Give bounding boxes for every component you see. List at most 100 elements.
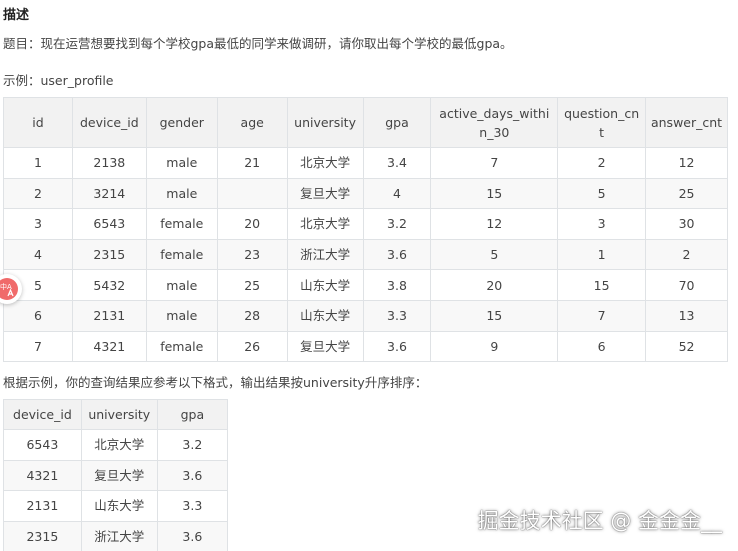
table-cell: 25 bbox=[645, 177, 728, 210]
column-header: university bbox=[80, 399, 158, 430]
table-cell: 2 bbox=[3, 177, 73, 210]
table-cell: 3.6 bbox=[156, 520, 229, 551]
table-row: 2131 山东大学 3.3 bbox=[3, 490, 229, 522]
table-cell: 3.8 bbox=[362, 269, 432, 301]
table-cell: 2 bbox=[557, 147, 647, 179]
table-cell: 3.3 bbox=[156, 490, 229, 522]
table-cell: 30 bbox=[645, 208, 728, 240]
table-cell: 15 bbox=[430, 299, 559, 332]
column-header: device_id bbox=[3, 399, 82, 430]
table-cell: 15 bbox=[430, 177, 559, 210]
table-cell: 北京大学 bbox=[80, 429, 158, 461]
table-cell: 21 bbox=[216, 147, 288, 179]
example-label: 示例：user_profile bbox=[3, 73, 114, 88]
table-row: 7 4321 female 26 复旦大学 3.6 9 6 52 bbox=[3, 330, 728, 363]
table-cell: 6 bbox=[557, 330, 647, 363]
table-cell: 20 bbox=[430, 269, 559, 301]
table-cell: female bbox=[145, 330, 218, 363]
table-row: 2315 浙江大学 3.6 bbox=[3, 520, 229, 551]
table-cell: 3.2 bbox=[156, 429, 229, 461]
column-header: age bbox=[216, 97, 288, 148]
table-cell: 1 bbox=[557, 238, 647, 271]
column-header: answer_cnt bbox=[645, 97, 728, 148]
table-cell: male bbox=[145, 177, 218, 210]
description-heading: 描述 bbox=[3, 8, 30, 23]
table-cell: 12 bbox=[430, 208, 559, 240]
table-row: 1 2138 male 21 北京大学 3.4 7 2 12 bbox=[3, 147, 728, 179]
table-row: 4321 复旦大学 3.6 bbox=[3, 459, 229, 492]
table-cell: 复旦大学 bbox=[80, 459, 158, 492]
table-cell bbox=[216, 177, 288, 210]
table-cell: female bbox=[145, 238, 218, 271]
table-cell: 4321 bbox=[71, 330, 147, 363]
table-cell: 复旦大学 bbox=[286, 177, 364, 210]
table-cell: 2315 bbox=[3, 520, 82, 551]
table-cell: male bbox=[145, 269, 218, 301]
table-cell: 15 bbox=[557, 269, 647, 301]
table-cell: 3.6 bbox=[362, 330, 432, 363]
table-row: 3 6543 female 20 北京大学 3.2 12 3 30 bbox=[3, 208, 728, 240]
result-table: device_id university gpa 6543 北京大学 3.2 4… bbox=[3, 399, 229, 551]
table-cell: 6543 bbox=[3, 429, 82, 461]
table-row: 6543 北京大学 3.2 bbox=[3, 429, 229, 461]
table-row: 6 2131 male 28 山东大学 3.3 15 7 13 bbox=[3, 299, 728, 332]
table-row: 5 5432 male 25 山东大学 3.8 20 15 70 bbox=[3, 269, 728, 301]
translate-icon: 中A bbox=[0, 278, 18, 300]
table-cell: 6 bbox=[3, 299, 73, 332]
table-cell: 山东大学 bbox=[80, 490, 158, 522]
table-cell: 25 bbox=[216, 269, 288, 301]
table-cell: 2138 bbox=[71, 147, 147, 179]
table-cell: male bbox=[145, 299, 218, 332]
table-row: 4 2315 female 23 浙江大学 3.6 5 1 2 bbox=[3, 238, 728, 271]
column-header: university bbox=[286, 97, 364, 148]
table-cell: 7 bbox=[430, 147, 559, 179]
table-cell: 3.2 bbox=[362, 208, 432, 240]
column-header: gender bbox=[145, 97, 218, 148]
table-cell: 3 bbox=[3, 208, 73, 240]
table-cell: 28 bbox=[216, 299, 288, 332]
column-header: gpa bbox=[156, 399, 229, 430]
table-cell: male bbox=[145, 147, 218, 179]
table-cell: 5 bbox=[430, 238, 559, 271]
table-cell: 4 bbox=[3, 238, 73, 271]
table-cell: 20 bbox=[216, 208, 288, 240]
table-cell: 2315 bbox=[71, 238, 147, 271]
table-cell: 1 bbox=[3, 147, 73, 179]
table-cell: 6543 bbox=[71, 208, 147, 240]
table-cell: 山东大学 bbox=[286, 269, 364, 301]
table-cell: 复旦大学 bbox=[286, 330, 364, 363]
table-cell: 3.6 bbox=[362, 238, 432, 271]
table-cell: 2131 bbox=[71, 299, 147, 332]
table-cell: 52 bbox=[645, 330, 728, 363]
column-header: device_id bbox=[71, 97, 147, 148]
table-cell: 23 bbox=[216, 238, 288, 271]
table-cell: female bbox=[145, 208, 218, 240]
result-instruction-text: 根据示例，你的查询结果应参考以下格式，输出结果按university升序排序： bbox=[3, 375, 428, 390]
table-cell: 7 bbox=[3, 330, 73, 363]
table-cell: 13 bbox=[645, 299, 728, 332]
table-cell: 12 bbox=[645, 147, 728, 179]
table-cell: 70 bbox=[645, 269, 728, 301]
question-text: 题目：现在运营想要找到每个学校gpa最低的同学来做调研，请你取出每个学校的最低g… bbox=[3, 36, 513, 51]
table-cell: 北京大学 bbox=[286, 147, 364, 179]
table-cell: 3214 bbox=[71, 177, 147, 210]
table-cell: 26 bbox=[216, 330, 288, 363]
table-header-row: id device_id gender age university gpa a… bbox=[3, 97, 728, 148]
table-cell: 9 bbox=[430, 330, 559, 363]
table-cell: 4321 bbox=[3, 459, 82, 492]
translate-glyph-svg: 中A bbox=[0, 282, 14, 297]
table-cell: 5 bbox=[557, 177, 647, 210]
table-cell: 北京大学 bbox=[286, 208, 364, 240]
table-cell: 3.4 bbox=[362, 147, 432, 179]
column-header: active_days_within_30 bbox=[430, 97, 559, 148]
table-cell: 3.6 bbox=[156, 459, 229, 492]
user-profile-table: id device_id gender age university gpa a… bbox=[3, 97, 728, 363]
table-cell: 3 bbox=[557, 208, 647, 240]
table-cell: 2131 bbox=[3, 490, 82, 522]
column-header: gpa bbox=[362, 97, 432, 148]
table-cell: 3.3 bbox=[362, 299, 432, 332]
table-cell: 5432 bbox=[71, 269, 147, 301]
table-row: 2 3214 male 复旦大学 4 15 5 25 bbox=[3, 177, 728, 210]
watermark: 掘金技术社区 @ 金金金__ bbox=[477, 509, 722, 533]
table-cell: 浙江大学 bbox=[286, 238, 364, 271]
